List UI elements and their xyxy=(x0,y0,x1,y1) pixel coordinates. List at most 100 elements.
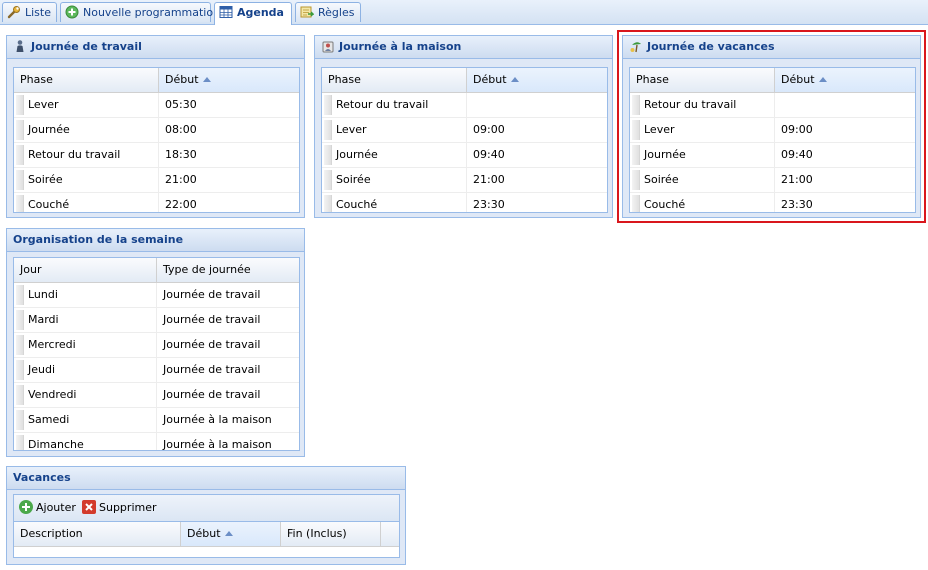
table-row[interactable]: Soirée 21:00 xyxy=(322,168,607,193)
table-row[interactable]: Lever 09:00 xyxy=(630,118,915,143)
column-header-type-journee[interactable]: Type de journée xyxy=(157,258,299,282)
table-row[interactable]: Retour du travail xyxy=(322,93,607,118)
cell-debut[interactable]: 21:00 xyxy=(159,168,299,192)
cell-debut[interactable]: 21:00 xyxy=(775,168,915,192)
grid-vacances: Ajouter Supprimer Description Début Fin … xyxy=(13,494,400,558)
column-header-jour[interactable]: Jour xyxy=(14,258,157,282)
cell-phase: Journée xyxy=(22,118,159,142)
cell-debut[interactable] xyxy=(775,93,915,117)
cell-phase: Soirée xyxy=(22,168,159,192)
table-row[interactable]: Couché 22:00 xyxy=(14,193,299,212)
column-header-phase[interactable]: Phase xyxy=(14,68,159,92)
table-row[interactable]: Journée 08:00 xyxy=(14,118,299,143)
cell-debut[interactable]: 09:00 xyxy=(467,118,607,142)
cell-debut[interactable]: 23:30 xyxy=(775,193,915,212)
add-button[interactable]: Ajouter xyxy=(19,499,76,517)
panel-vacances-header: Vacances xyxy=(7,467,405,490)
column-header-debut[interactable]: Début xyxy=(467,68,607,92)
table-row[interactable]: Journée 09:40 xyxy=(630,143,915,168)
tab-agenda[interactable]: Agenda xyxy=(214,2,292,25)
table-row[interactable]: Lundi Journée de travail xyxy=(14,283,299,308)
delete-button[interactable]: Supprimer xyxy=(82,499,157,517)
table-row[interactable]: Retour du travail 18:30 xyxy=(14,143,299,168)
grid-journee-vacances: Phase Début Retour du travail Lever 09:00… xyxy=(629,67,916,213)
cell-jour: Samedi xyxy=(22,408,157,432)
cell-phase: Couché xyxy=(22,193,159,212)
rules-icon xyxy=(300,5,315,19)
delete-x-icon xyxy=(82,500,96,514)
cell-jour: Jeudi xyxy=(22,358,157,382)
table-row[interactable]: Lever 09:00 xyxy=(322,118,607,143)
column-header-debut[interactable]: Début xyxy=(159,68,299,92)
panel-journee-maison: Journée à la maison Phase Début Retour d… xyxy=(314,35,613,218)
cell-debut[interactable]: 09:40 xyxy=(467,143,607,167)
table-row[interactable]: Lever 05:30 xyxy=(14,93,299,118)
home-person-icon xyxy=(321,39,335,53)
table-row[interactable]: Couché 23:30 xyxy=(322,193,607,212)
tab-regles-label: Règles xyxy=(318,6,355,19)
grid-header: Phase Début xyxy=(14,68,299,93)
cell-jour: Dimanche xyxy=(22,433,157,450)
column-header-phase[interactable]: Phase xyxy=(630,68,775,92)
cell-type-journee[interactable]: Journée à la maison xyxy=(157,408,299,432)
cell-debut[interactable]: 09:00 xyxy=(775,118,915,142)
wrench-icon xyxy=(7,5,21,19)
grid-header: Description Début Fin (Inclus) xyxy=(14,522,399,547)
table-row[interactable]: Vendredi Journée de travail xyxy=(14,383,299,408)
cell-type-journee[interactable]: Journée de travail xyxy=(157,383,299,407)
cell-phase: Retour du travail xyxy=(22,143,159,167)
table-row[interactable]: Mardi Journée de travail xyxy=(14,308,299,333)
cell-phase: Soirée xyxy=(638,168,775,192)
tab-liste[interactable]: Liste xyxy=(2,2,57,22)
panel-organisation-semaine-header: Organisation de la semaine xyxy=(7,229,304,252)
cell-debut[interactable]: 22:00 xyxy=(159,193,299,212)
cell-debut[interactable]: 18:30 xyxy=(159,143,299,167)
table-row[interactable]: Soirée 21:00 xyxy=(14,168,299,193)
column-header-spacer xyxy=(381,522,399,546)
panel-title: Vacances xyxy=(13,471,71,484)
table-row[interactable]: Jeudi Journée de travail xyxy=(14,358,299,383)
table-row[interactable]: Dimanche Journée à la maison xyxy=(14,433,299,450)
cell-jour: Lundi xyxy=(22,283,157,307)
grid-journee-maison: Phase Début Retour du travail Lever 09:00… xyxy=(321,67,608,213)
panel-title: Journée de travail xyxy=(31,40,142,53)
calendar-grid-icon xyxy=(219,5,233,19)
column-header-phase[interactable]: Phase xyxy=(322,68,467,92)
column-header-debut[interactable]: Début xyxy=(775,68,915,92)
cell-phase: Couché xyxy=(330,193,467,212)
cell-debut[interactable]: 08:00 xyxy=(159,118,299,142)
delete-button-label: Supprimer xyxy=(99,501,157,514)
column-header-fin[interactable]: Fin (Inclus) xyxy=(281,522,381,546)
cell-phase: Lever xyxy=(22,93,159,117)
tab-regles[interactable]: Règles xyxy=(295,2,361,22)
table-row[interactable]: Soirée 21:00 xyxy=(630,168,915,193)
table-row[interactable]: Couché 23:30 xyxy=(630,193,915,212)
grid-header: Jour Type de journée xyxy=(14,258,299,283)
table-row[interactable]: Samedi Journée à la maison xyxy=(14,408,299,433)
cell-debut[interactable]: 09:40 xyxy=(775,143,915,167)
cell-type-journee[interactable]: Journée de travail xyxy=(157,333,299,357)
cell-type-journee[interactable]: Journée de travail xyxy=(157,308,299,332)
column-header-debut[interactable]: Début xyxy=(181,522,281,546)
cell-debut[interactable]: 23:30 xyxy=(467,193,607,212)
cell-debut[interactable] xyxy=(467,93,607,117)
tab-strip: Liste Nouvelle programmation Agenda Règl… xyxy=(0,0,928,25)
grid-header: Phase Début xyxy=(322,68,607,93)
panel-title: Journée de vacances xyxy=(647,40,775,53)
cell-debut[interactable]: 21:00 xyxy=(467,168,607,192)
cell-phase: Soirée xyxy=(330,168,467,192)
cell-phase: Couché xyxy=(638,193,775,212)
column-header-description[interactable]: Description xyxy=(14,522,181,546)
cell-type-journee[interactable]: Journée de travail xyxy=(157,358,299,382)
sort-ascending-icon xyxy=(818,77,827,82)
cell-debut[interactable]: 05:30 xyxy=(159,93,299,117)
tab-agenda-label: Agenda xyxy=(237,6,284,19)
panel-journee-travail: Journée de travail Phase Début Lever 05:3… xyxy=(6,35,305,218)
tab-nouvelle-programmation[interactable]: Nouvelle programmation xyxy=(60,2,220,22)
table-row[interactable]: Mercredi Journée de travail xyxy=(14,333,299,358)
table-row[interactable]: Retour du travail xyxy=(630,93,915,118)
cell-type-journee[interactable]: Journée de travail xyxy=(157,283,299,307)
cell-type-journee[interactable]: Journée à la maison xyxy=(157,433,299,450)
panel-organisation-semaine: Organisation de la semaine Jour Type de … xyxy=(6,228,305,457)
table-row[interactable]: Journée 09:40 xyxy=(322,143,607,168)
